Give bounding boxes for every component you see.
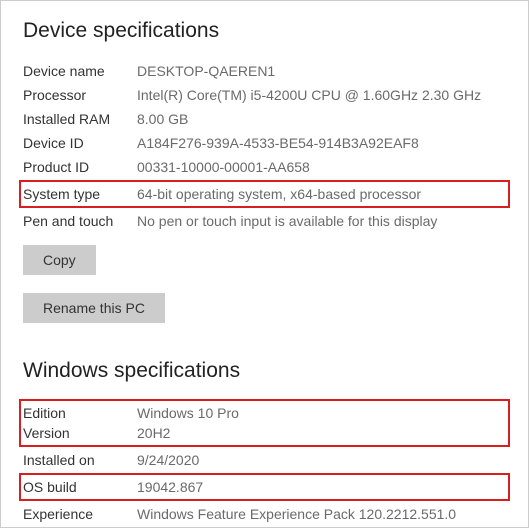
row-pen-touch: Pen and touch No pen or touch input is a… — [23, 209, 506, 233]
row-os-build: OS build 19042.867 — [23, 477, 506, 497]
row-edition: Edition Windows 10 Pro — [23, 403, 506, 423]
label-os-build: OS build — [23, 479, 137, 495]
label-product-id: Product ID — [23, 159, 137, 175]
row-installed-ram: Installed RAM 8.00 GB — [23, 107, 506, 131]
value-os-build: 19042.867 — [137, 479, 506, 495]
value-installed-ram: 8.00 GB — [137, 111, 506, 127]
row-processor: Processor Intel(R) Core(TM) i5-4200U CPU… — [23, 83, 506, 107]
value-installed-on: 9/24/2020 — [137, 452, 506, 468]
label-edition: Edition — [23, 405, 137, 421]
row-device-name: Device name DESKTOP-QAEREN1 — [23, 59, 506, 83]
row-device-id: Device ID A184F276-939A-4533-BE54-914B3A… — [23, 131, 506, 155]
label-installed-ram: Installed RAM — [23, 111, 137, 127]
value-processor: Intel(R) Core(TM) i5-4200U CPU @ 1.60GHz… — [137, 87, 506, 103]
row-experience: Experience Windows Feature Experience Pa… — [23, 502, 506, 526]
value-version: 20H2 — [137, 425, 506, 441]
device-specifications-section: Device specifications Device name DESKTO… — [23, 19, 506, 351]
label-system-type: System type — [23, 186, 137, 202]
device-specs-heading: Device specifications — [23, 19, 506, 43]
row-installed-on: Installed on 9/24/2020 — [23, 448, 506, 472]
label-installed-on: Installed on — [23, 452, 137, 468]
value-experience: Windows Feature Experience Pack 120.2212… — [137, 506, 506, 522]
copy-button[interactable]: Copy — [23, 245, 96, 275]
label-device-id: Device ID — [23, 135, 137, 151]
value-device-id: A184F276-939A-4533-BE54-914B3A92EAF8 — [137, 135, 506, 151]
value-device-name: DESKTOP-QAEREN1 — [137, 63, 506, 79]
highlight-system-type: System type 64-bit operating system, x64… — [19, 180, 510, 208]
label-pen-touch: Pen and touch — [23, 213, 137, 229]
label-version: Version — [23, 425, 137, 441]
label-device-name: Device name — [23, 63, 137, 79]
value-product-id: 00331-10000-00001-AA658 — [137, 159, 506, 175]
highlight-os-build: OS build 19042.867 — [19, 473, 510, 501]
windows-spec-rows: Edition Windows 10 Pro Version 20H2 Inst… — [23, 399, 506, 526]
windows-specs-heading: Windows specifications — [23, 359, 506, 383]
row-version: Version 20H2 — [23, 423, 506, 443]
label-experience: Experience — [23, 506, 137, 522]
label-processor: Processor — [23, 87, 137, 103]
value-system-type: 64-bit operating system, x64-based proce… — [137, 186, 506, 202]
windows-specifications-section: Windows specifications Edition Windows 1… — [23, 359, 506, 526]
value-pen-touch: No pen or touch input is available for t… — [137, 213, 506, 229]
device-spec-rows: Device name DESKTOP-QAEREN1 Processor In… — [23, 59, 506, 233]
rename-pc-button[interactable]: Rename this PC — [23, 293, 165, 323]
row-system-type: System type 64-bit operating system, x64… — [23, 184, 506, 204]
row-product-id: Product ID 00331-10000-00001-AA658 — [23, 155, 506, 179]
highlight-edition-version: Edition Windows 10 Pro Version 20H2 — [19, 399, 510, 447]
value-edition: Windows 10 Pro — [137, 405, 506, 421]
